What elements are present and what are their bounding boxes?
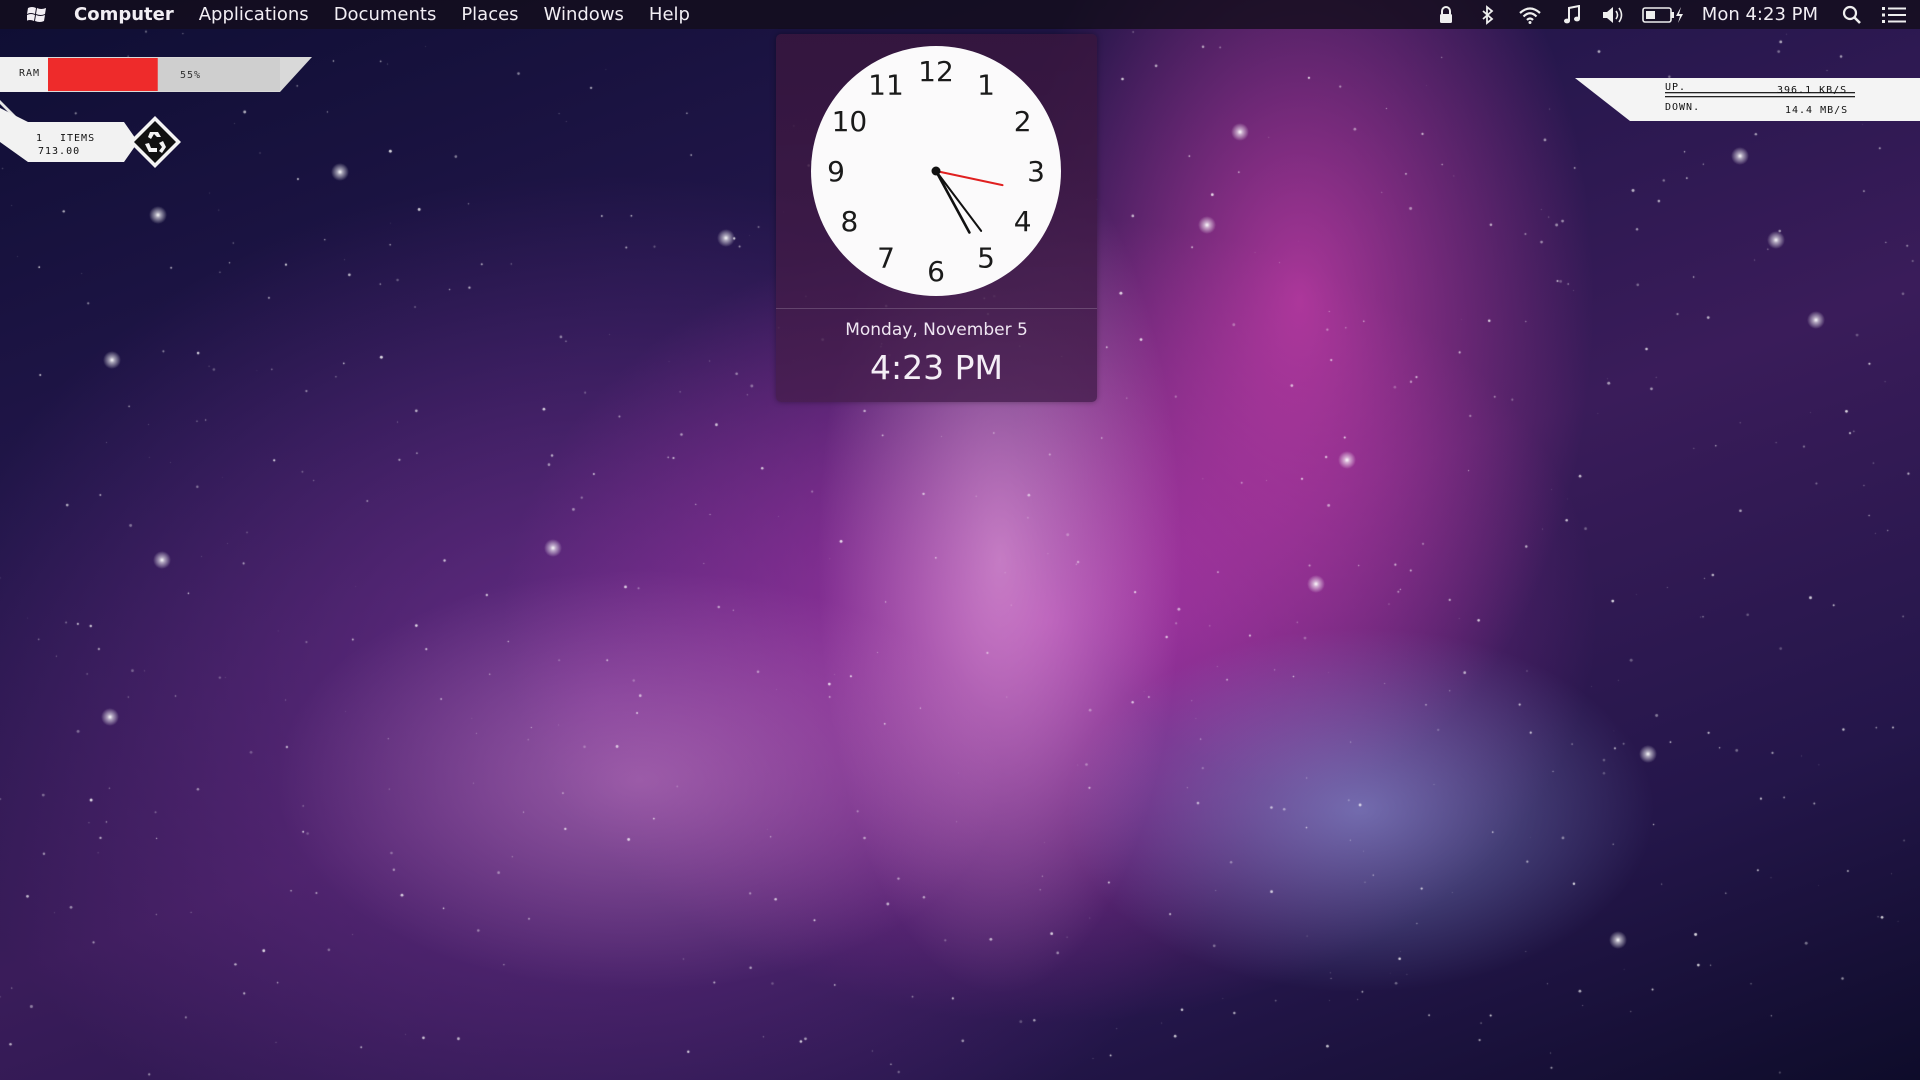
list-icon[interactable] xyxy=(1880,0,1908,29)
clock-number-1: 1 xyxy=(977,68,995,101)
ram-widget: RAM 55% xyxy=(0,57,312,92)
analog-clock-face: 12 12 3 45678 9 1011 xyxy=(811,46,1061,296)
music-icon[interactable] xyxy=(1558,0,1586,29)
ram-label: RAM xyxy=(19,68,41,79)
windows-logo-icon[interactable] xyxy=(26,5,50,25)
net-up-label: UP. xyxy=(1665,82,1687,93)
net-up-value: 396.1 KB/S xyxy=(1777,85,1848,96)
clock-digital-time: 4:23 PM xyxy=(870,348,1003,387)
battery-charging-icon[interactable] xyxy=(1641,0,1684,29)
menu-help[interactable]: Help xyxy=(649,4,690,25)
recycle-icon[interactable] xyxy=(128,115,182,169)
network-speed-widget: UP. 396.1 KB/S DOWN. 14.4 MB/S xyxy=(1575,78,1920,121)
bluetooth-icon[interactable] xyxy=(1474,0,1502,29)
clock-number-12: 12 xyxy=(918,55,954,88)
ram-usage-bar xyxy=(48,58,158,91)
menu-applications[interactable]: Applications xyxy=(199,4,309,25)
net-down-value: 14.4 MB/S xyxy=(1785,105,1849,116)
clock-number-5: 5 xyxy=(977,242,995,275)
clock-number-7: 7 xyxy=(877,242,895,275)
recycle-size: 713.00 xyxy=(38,146,81,157)
menu-documents[interactable]: Documents xyxy=(334,4,437,25)
clock-number-6: 6 xyxy=(927,255,945,288)
clock-widget: 12 1 2 3 4 5 6 7 8 9 10 11 Monday, November 5 4:23 … xyxy=(776,34,1097,402)
ram-percent: 55% xyxy=(180,70,202,81)
menu-places[interactable]: Places xyxy=(461,4,518,25)
net-down-label: DOWN. xyxy=(1665,102,1701,113)
menu-windows[interactable]: Windows xyxy=(544,4,624,25)
wifi-icon[interactable] xyxy=(1516,0,1544,29)
clock-center-pin xyxy=(931,166,941,176)
clock-number-8: 8 xyxy=(840,205,858,238)
clock-number-9: 9 xyxy=(827,155,845,188)
clock-divider xyxy=(776,308,1097,309)
top-menubar: Computer Applications Documents Places W… xyxy=(0,0,1920,29)
clock-number-2: 2 xyxy=(1014,105,1032,138)
lock-icon[interactable] xyxy=(1432,0,1460,29)
menubar-clock[interactable]: Mon 4:23 PM xyxy=(1702,4,1818,25)
menu-computer[interactable]: Computer xyxy=(74,4,174,25)
clock-number-3: 3 xyxy=(1027,155,1045,188)
search-icon[interactable] xyxy=(1838,0,1866,29)
recycle-items-label: ITEMS xyxy=(60,133,96,144)
recycle-item-count: 1 xyxy=(36,133,44,144)
clock-number-11: 11 xyxy=(868,68,904,101)
clock-number-4: 4 xyxy=(1014,205,1032,238)
clock-number-10: 10 xyxy=(832,105,868,138)
volume-icon[interactable] xyxy=(1600,0,1628,29)
clock-date: Monday, November 5 xyxy=(845,320,1028,340)
